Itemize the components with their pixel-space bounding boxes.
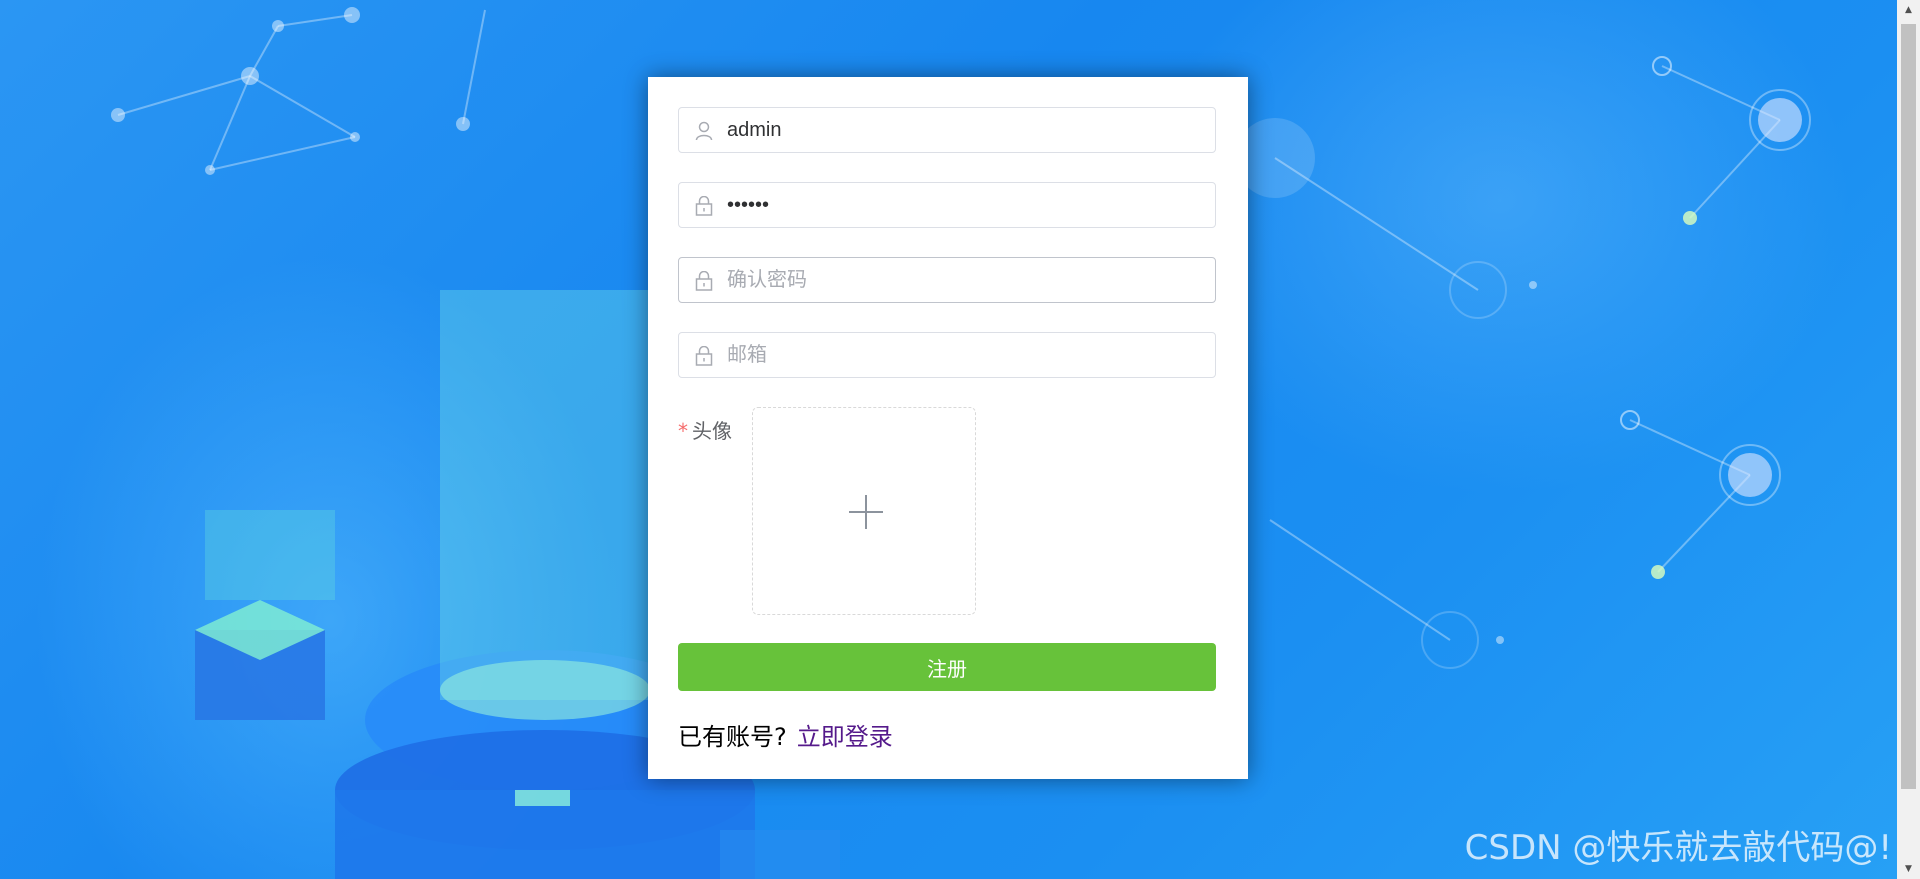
username-input[interactable] [727, 108, 1197, 152]
scroll-down-arrow-icon[interactable]: ▼ [1897, 859, 1920, 879]
lock-icon [695, 196, 713, 216]
avatar-label: * 头像 [678, 415, 732, 444]
watermark: CSDN @快乐就去敲代码@! [1464, 828, 1892, 868]
lock-icon [695, 271, 713, 291]
username-field[interactable] [678, 107, 1216, 153]
email-input[interactable] [727, 333, 1197, 377]
scroll-up-arrow-icon[interactable]: ▲ [1897, 0, 1920, 20]
email-field[interactable] [678, 332, 1216, 378]
lock-icon [695, 346, 713, 366]
required-mark: * [678, 419, 688, 443]
avatar-label-text: 头像 [692, 419, 732, 443]
plus-icon [849, 495, 883, 529]
scrollbar-thumb[interactable] [1901, 24, 1916, 789]
confirm-password-field[interactable] [678, 257, 1216, 303]
confirm-password-input[interactable] [727, 258, 1197, 302]
avatar-uploader[interactable] [752, 407, 976, 615]
user-icon [695, 121, 713, 141]
password-field[interactable] [678, 182, 1216, 228]
password-input[interactable] [727, 183, 1197, 227]
register-button[interactable]: 注册 [678, 643, 1216, 691]
login-link[interactable]: 立即登录 [797, 723, 893, 751]
login-prompt-text: 已有账号? [678, 723, 787, 751]
register-card: *头像 注册 已有账号? 立即登录 [648, 77, 1248, 779]
page-scrollbar[interactable]: ▲ ▼ [1897, 0, 1920, 879]
login-prompt: 已有账号? 立即登录 [678, 717, 893, 752]
